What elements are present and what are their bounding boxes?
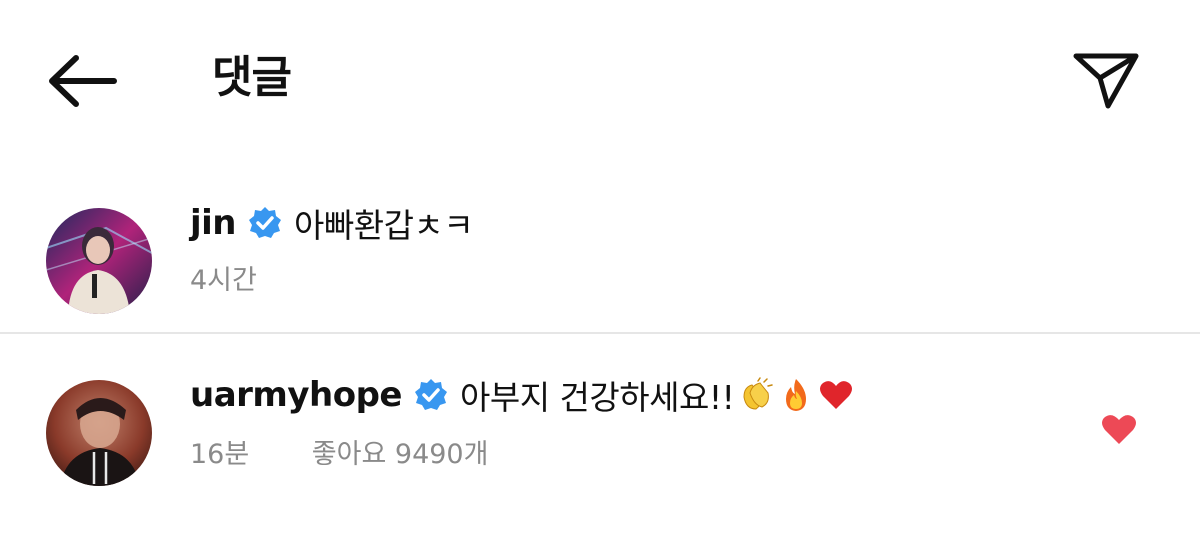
likes-count[interactable]: 좋아요 9490개 [312,439,489,470]
comment-item: uarmyhope 아부지 건강하세요!! 16분 좋아요 9490개 [0,334,1200,534]
timestamp: 4시간 [190,265,257,296]
comment-line: jin 아빠환갑ㅊㅋ [190,200,474,246]
verified-badge-icon [249,207,282,238]
comment-line: uarmyhope 아부지 건강하세요!! [190,372,854,418]
page-title: 댓글 [212,52,292,103]
clapping-hands-emoji-icon [743,377,774,410]
timestamp: 16분 [190,439,250,470]
send-icon[interactable] [1070,46,1142,112]
comment-item: jin 아빠환갑ㅊㅋ 4시간 [0,200,1200,332]
avatar[interactable] [46,380,152,486]
comment-meta: 4시간 [190,258,257,297]
avatar[interactable] [46,208,152,314]
verified-badge-icon [414,379,447,410]
fire-emoji-icon [786,379,807,411]
comment-text: 아빠환갑ㅊㅋ [294,206,474,245]
comments-header: 댓글 [0,0,1200,160]
username[interactable]: uarmyhope [190,375,402,415]
like-heart-icon[interactable] [1100,412,1138,446]
comment-text: 아부지 건강하세요!! [459,378,735,417]
red-heart-emoji-icon [820,381,853,409]
comment-meta: 16분 좋아요 9490개 [190,432,488,471]
username[interactable]: jin [190,203,237,243]
back-arrow-icon[interactable] [46,50,118,112]
